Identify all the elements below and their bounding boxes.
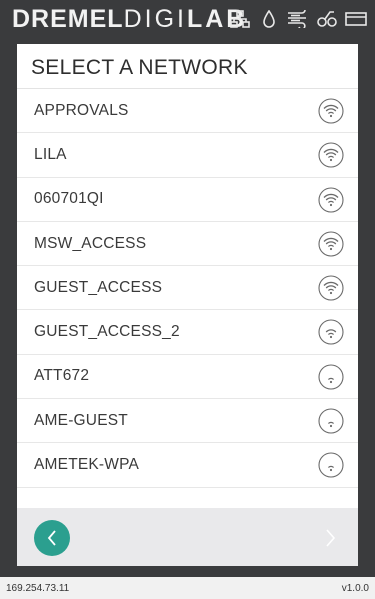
version-label: v1.0.0 [341,583,369,594]
brand-part-digi: DIGI [123,5,187,33]
page-title: SELECT A NETWORK [31,56,248,79]
network-row[interactable]: APPROVALS [17,89,358,134]
printer-icon [345,9,367,29]
wifi-signal-icon [318,452,344,478]
network-icon [229,9,251,29]
droplet-icon [258,9,280,29]
brand-part-dremel: DREMEL [12,5,124,33]
footer-nav [17,508,358,566]
wifi-signal-icon [318,187,344,213]
forward-button[interactable] [320,522,340,554]
status-bar: 169.254.73.11 v1.0.0 [0,577,375,599]
wifi-signal-icon [318,364,344,390]
network-row[interactable]: GUEST_ACCESS_2 [17,310,358,355]
network-name: MSW_ACCESS [34,234,147,252]
network-name: AMETEK-WPA [34,456,140,474]
network-name: LILA [34,145,67,163]
network-name: APPROVALS [34,101,129,119]
wifi-signal-icon [318,231,344,257]
brand-logo: DREMELDIGILAB [12,4,247,34]
status-icons [229,9,367,29]
top-header: DREMELDIGILAB [0,0,375,38]
wifi-signal-icon [318,142,344,168]
network-row[interactable]: AMETEK-WPA [17,443,358,488]
network-row[interactable]: GUEST_ACCESS [17,266,358,311]
wifi-signal-icon [318,275,344,301]
network-row[interactable]: 060701QI [17,178,358,222]
network-panel: SELECT A NETWORK APPROVALS LILA 060701QI MS… [17,44,358,566]
network-row[interactable]: AME-GUEST [17,399,358,444]
network-list: APPROVALS LILA 060701QI MSW_ACCESS GUEST_ACC… [17,89,358,488]
ip-address: 169.254.73.11 [6,583,70,594]
network-name: GUEST_ACCESS_2 [34,323,180,341]
network-row[interactable]: ATT672 [17,355,358,400]
network-row[interactable]: LILA [17,133,358,178]
chevron-left-icon [47,530,56,546]
network-row[interactable]: MSW_ACCESS [17,222,358,267]
network-name: GUEST_ACCESS [34,278,163,296]
filament-icon [316,9,338,29]
network-name: AME-GUEST [34,411,128,429]
fan-icon [287,9,309,29]
chevron-right-icon [326,529,336,547]
wifi-signal-icon [318,98,344,124]
network-name: 060701QI [34,190,104,208]
wifi-signal-icon [318,319,344,346]
network-name: ATT672 [34,367,90,385]
back-button[interactable] [34,520,70,556]
wifi-signal-icon [318,408,344,434]
